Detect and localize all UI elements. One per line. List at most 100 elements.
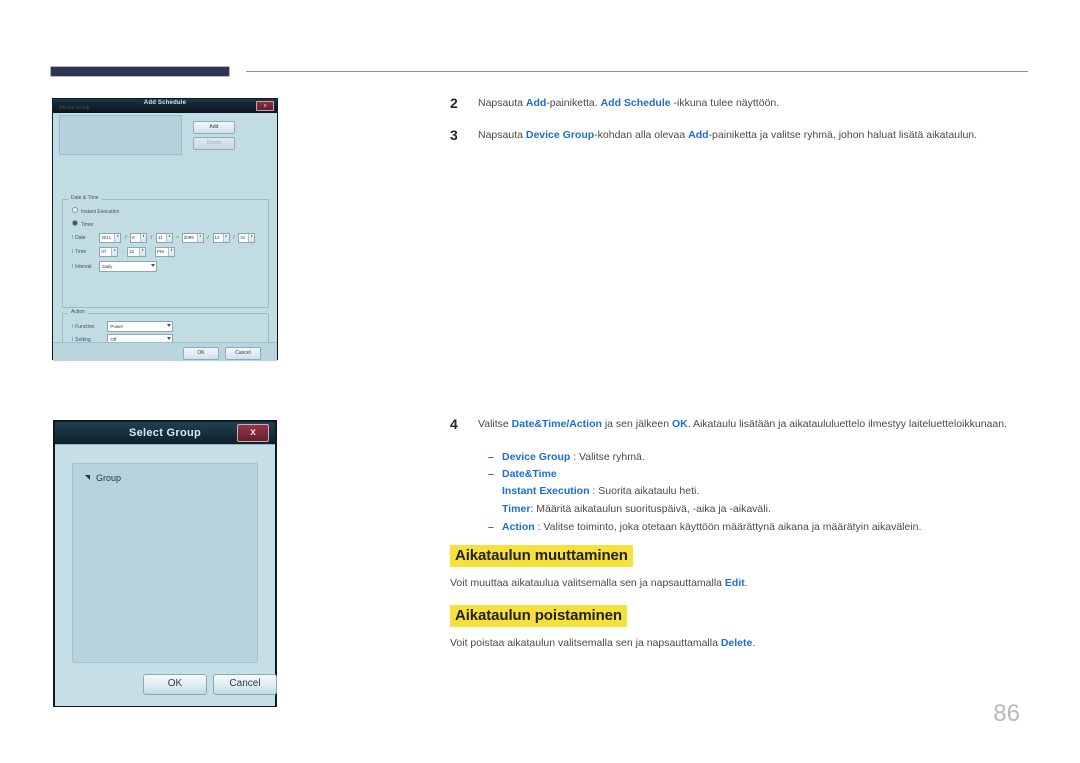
emphasis-text: Edit: [724, 577, 745, 589]
interval-label: Interval: [72, 264, 98, 270]
select-group-dialog-figure: Select Group x Group OK Cancel: [53, 420, 277, 707]
date-start-year-value: 2011: [101, 235, 112, 240]
step-number: 2: [450, 95, 458, 111]
function-field-row: Function Power: [72, 321, 174, 332]
date-end-month-spinner[interactable]: 12 ⬍: [212, 233, 230, 243]
triangle-expand-icon[interactable]: [85, 475, 90, 480]
sub-line-label: Instant Execution: [502, 485, 590, 497]
bullet-label: Date&Time: [502, 468, 557, 480]
bullet-body: Device Group : Valitse ryhmä.: [502, 449, 1030, 465]
spinner-arrows-icon[interactable]: ⬍: [248, 234, 255, 242]
date-end-day-value: 31: [240, 235, 246, 240]
spinner-arrows-icon[interactable]: ⬍: [111, 248, 118, 256]
step-four-block: 4 Valitse Date&Time/Action ja sen jälkee…: [450, 417, 1030, 536]
date-start-day-value: 11: [157, 235, 163, 240]
spinner-arrows-icon[interactable]: ⬍: [140, 234, 147, 242]
time-hour-value: 07: [101, 249, 107, 254]
ok-button[interactable]: OK: [143, 674, 207, 695]
section-body-edit: Voit muuttaa aikataulua valitsemalla sen…: [450, 576, 748, 591]
chevron-down-icon: [167, 337, 172, 340]
delete-group-button[interactable]: Delete: [193, 137, 235, 150]
chevron-down-icon: [167, 324, 172, 327]
add-schedule-button-bar: OK Cancel: [53, 342, 277, 361]
step-number: 4: [450, 416, 458, 432]
date-end-day-spinner[interactable]: 31 ⬍: [238, 233, 256, 243]
action-group-label: Action: [68, 309, 88, 315]
list-item: – Date&Time: [488, 466, 1030, 482]
body-text: Napsauta: [478, 97, 526, 109]
spinner-arrows-icon[interactable]: ⬍: [114, 234, 121, 242]
tree-item-label: Group: [96, 473, 122, 483]
timer-label: Timer: [81, 222, 94, 228]
radio-dot-icon: [72, 220, 78, 226]
select-group-button-bar: OK Cancel: [55, 666, 277, 706]
dash-bullet-icon: –: [488, 521, 494, 533]
add-schedule-dialog-figure: Add Schedule x Device Group Add Delete D…: [52, 98, 278, 361]
body-text: Voit poistaa aikataulun valitsemalla sen…: [450, 637, 721, 649]
add-group-button[interactable]: Add: [193, 121, 235, 134]
radio-dot-icon: [72, 207, 78, 213]
date-end-year-value: 2099: [183, 235, 194, 240]
bullet-rest: : Valitse toiminto, joka otetaan käyttöö…: [534, 521, 922, 533]
spinner-arrows-icon[interactable]: ⬍: [222, 234, 229, 242]
timer-radio[interactable]: Timer: [72, 220, 94, 228]
emphasis-text: Add Schedule: [600, 97, 671, 109]
time-ampm-spinner[interactable]: PM ⬍: [154, 247, 175, 257]
date-separator: /: [207, 235, 209, 242]
body-text: .: [752, 637, 756, 649]
time-ampm-value: PM: [156, 249, 164, 254]
spinner-arrows-icon[interactable]: ⬍: [139, 248, 146, 256]
date-start-month-spinner[interactable]: 8 ⬍: [130, 233, 148, 243]
close-icon[interactable]: x: [237, 424, 269, 442]
emphasis-text: Device Group: [525, 129, 595, 141]
step-number: 3: [450, 127, 458, 143]
sub-line-rest: : Määritä aikataulun suorituspäivä, -aik…: [530, 503, 771, 515]
dash-bullet-icon: –: [488, 451, 494, 463]
interval-dropdown[interactable]: Daily: [99, 261, 158, 272]
time-field-row: Time 07⬍ : 32⬍ PM⬍: [72, 247, 175, 257]
interval-field-row: Interval Daily: [72, 261, 158, 272]
sub-line-rest: : Suorita aikataulu heti.: [589, 485, 700, 497]
ok-button[interactable]: OK: [183, 347, 219, 360]
body-text: . Aikataulu lisätään ja aikataululuettel…: [687, 418, 1007, 430]
date-time-group-label: Date & Time: [68, 195, 102, 201]
date-time-section: Date & Time Instant Execution Timer Date…: [62, 195, 269, 308]
device-group-listbox[interactable]: [59, 115, 182, 155]
spinner-arrows-icon[interactable]: ⬍: [167, 248, 174, 256]
list-item: – Device Group : Valitse ryhmä.: [488, 449, 1030, 465]
emphasis-text: Add: [688, 129, 709, 141]
sub-line: Timer: Määritä aikataulun suorituspäivä,…: [502, 501, 1030, 517]
body-text: Voit muuttaa aikataulua valitsemalla sen…: [450, 577, 725, 589]
section-heading-delete: Aikataulun poistaminen: [450, 605, 627, 627]
body-text: ja sen jälkeen: [601, 418, 672, 430]
function-dropdown[interactable]: Power: [107, 321, 174, 332]
instant-execution-radio[interactable]: Instant Execution: [72, 207, 119, 215]
time-hour-spinner[interactable]: 07 ⬍: [99, 247, 119, 257]
bullet-body: Date&Time: [502, 466, 1030, 482]
group-tree-box[interactable]: Group: [72, 463, 258, 663]
spinner-arrows-icon[interactable]: ⬍: [165, 234, 172, 242]
tree-item-group[interactable]: Group: [85, 473, 121, 483]
time-minute-spinner[interactable]: 32 ⬍: [127, 247, 147, 257]
bullet-label: Device Group: [502, 451, 571, 463]
close-icon[interactable]: x: [256, 101, 274, 111]
select-group-titlebar: Select Group x: [55, 422, 275, 444]
emphasis-text: OK: [671, 418, 688, 430]
body-text: Napsauta: [478, 129, 526, 141]
emphasis-text: Date&Time/Action: [511, 418, 602, 430]
cancel-button[interactable]: Cancel: [225, 347, 261, 360]
spinner-arrows-icon[interactable]: ⬍: [196, 234, 203, 242]
interval-value: Daily: [102, 264, 113, 269]
sub-line-label: Timer: [502, 503, 531, 515]
page-number: 86: [993, 700, 1020, 727]
step-text: Valitse Date&Time/Action ja sen jälkeen …: [478, 417, 1030, 432]
bullet-label: Action: [502, 521, 535, 533]
emphasis-text: Delete: [720, 637, 753, 649]
date-separator: /: [150, 235, 153, 242]
date-start-year-spinner[interactable]: 2011 ⬍: [99, 233, 122, 243]
date-end-year-spinner[interactable]: 2099 ⬍: [181, 233, 204, 243]
sub-line: Instant Execution : Suorita aikataulu he…: [502, 483, 1030, 499]
date-start-day-spinner[interactable]: 11 ⬍: [155, 233, 173, 243]
time-label: Time: [72, 249, 98, 255]
cancel-button[interactable]: Cancel: [213, 674, 277, 695]
